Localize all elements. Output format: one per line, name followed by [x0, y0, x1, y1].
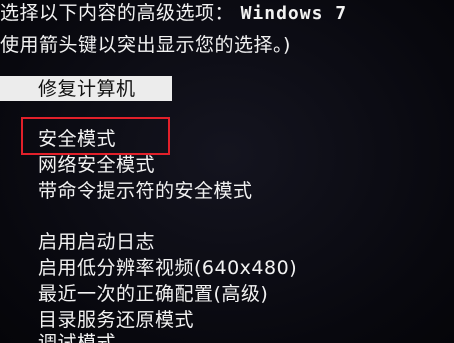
header-os-name: Windows 7 [240, 3, 348, 24]
menu-item-safe-mode[interactable]: 安全模式 [38, 128, 116, 150]
menu-item-directory-services-restore[interactable]: 目录服务还原模式 [38, 309, 194, 331]
menu-item-safe-mode-networking[interactable]: 网络安全模式 [38, 154, 155, 176]
menu-item-boot-logging[interactable]: 启用启动日志 [38, 231, 155, 253]
menu-item-low-resolution-video[interactable]: 启用低分辨率视频(640x480) [38, 257, 297, 279]
header-instruction-text: 选择以下内容的高级选项： [0, 2, 235, 24]
menu-item-debugging-mode[interactable]: 调试模式 [38, 332, 116, 343]
header-instruction: 选择以下内容的高级选项： Windows 7 [0, 2, 347, 25]
menu-item-repair-computer[interactable]: 修复计算机 [38, 78, 136, 100]
menu-item-safe-mode-command-prompt[interactable]: 带命令提示符的安全模式 [38, 180, 253, 202]
header-hint: 使用箭头键以突出显示您的选择。) [0, 34, 291, 56]
menu-item-last-known-good-config[interactable]: 最近一次的正确配置(高级) [38, 283, 268, 305]
advanced-boot-options-screen: 选择以下内容的高级选项： Windows 7 使用箭头键以突出显示您的选择。) … [0, 0, 454, 343]
